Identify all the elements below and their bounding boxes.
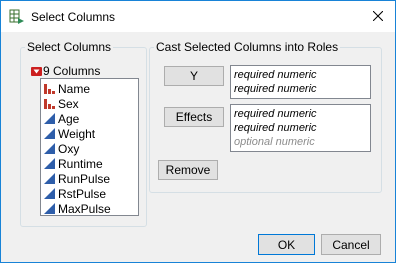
column-count-label: 9 Columns — [43, 64, 101, 78]
column-list-header: 9 Columns — [31, 64, 100, 78]
ok-button-label: OK — [277, 237, 296, 252]
effects-role-button-label: Effects — [175, 110, 213, 124]
roles-group-label: Cast Selected Columns into Roles — [154, 40, 341, 54]
continuous-column-icon — [44, 188, 55, 199]
effects-role-line: required numeric — [234, 108, 317, 120]
title-bar: Select Columns — [1, 1, 395, 32]
list-item[interactable]: RunPulse — [43, 171, 110, 186]
list-item[interactable]: RstPulse — [43, 186, 106, 201]
cancel-button-label: Cancel — [332, 237, 370, 252]
y-role-line: required numeric — [234, 83, 317, 95]
select-columns-dialog: Select Columns Select Columns 9 Columns … — [0, 0, 396, 263]
effects-role-button[interactable]: Effects — [164, 107, 224, 127]
column-name: MaxPulse — [58, 201, 111, 216]
close-icon — [373, 11, 383, 21]
list-item[interactable]: Oxy — [43, 141, 79, 156]
continuous-column-icon — [44, 203, 55, 214]
column-name: Age — [58, 111, 80, 126]
list-item[interactable]: Name — [43, 81, 90, 96]
cancel-button[interactable]: Cancel — [321, 234, 381, 255]
effects-role-box[interactable]: required numeric required numeric option… — [230, 104, 371, 152]
list-item[interactable]: Weight — [43, 126, 95, 141]
collapse-triangle-icon[interactable] — [31, 66, 42, 76]
list-item[interactable]: Runtime — [43, 156, 103, 171]
y-role-button[interactable]: Y — [164, 66, 224, 86]
column-name: Oxy — [58, 141, 80, 156]
list-item[interactable]: Age — [43, 111, 79, 126]
continuous-column-icon — [44, 143, 55, 154]
y-role-button-label: Y — [189, 69, 198, 83]
list-item[interactable]: Sex — [43, 96, 79, 111]
column-name: Sex — [58, 96, 79, 111]
column-name: Name — [58, 81, 91, 96]
remove-button-label: Remove — [165, 163, 211, 177]
column-name: Runtime — [58, 156, 103, 171]
continuous-column-icon — [44, 158, 55, 169]
effects-role-line: required numeric — [234, 122, 317, 134]
nominal-column-icon — [44, 84, 55, 94]
continuous-column-icon — [44, 128, 55, 139]
column-name: RstPulse — [58, 186, 107, 201]
table-icon — [9, 9, 24, 24]
select-columns-label: Select Columns — [25, 40, 114, 54]
column-list[interactable]: Name Sex Age Weight Oxy Runtime RunPulse… — [40, 78, 139, 216]
y-role-line: required numeric — [234, 69, 317, 81]
ok-button[interactable]: OK — [258, 234, 315, 255]
list-item[interactable]: MaxPulse — [43, 201, 111, 216]
window-title: Select Columns — [31, 10, 116, 24]
continuous-column-icon — [44, 113, 55, 124]
column-name: Weight — [58, 126, 96, 141]
effects-role-line-optional: optional numeric — [234, 136, 315, 148]
continuous-column-icon — [44, 173, 55, 184]
close-button[interactable] — [361, 1, 395, 31]
column-name: RunPulse — [58, 171, 111, 186]
nominal-column-icon — [44, 99, 55, 109]
remove-button[interactable]: Remove — [158, 160, 218, 180]
y-role-box[interactable]: required numeric required numeric — [230, 65, 371, 99]
